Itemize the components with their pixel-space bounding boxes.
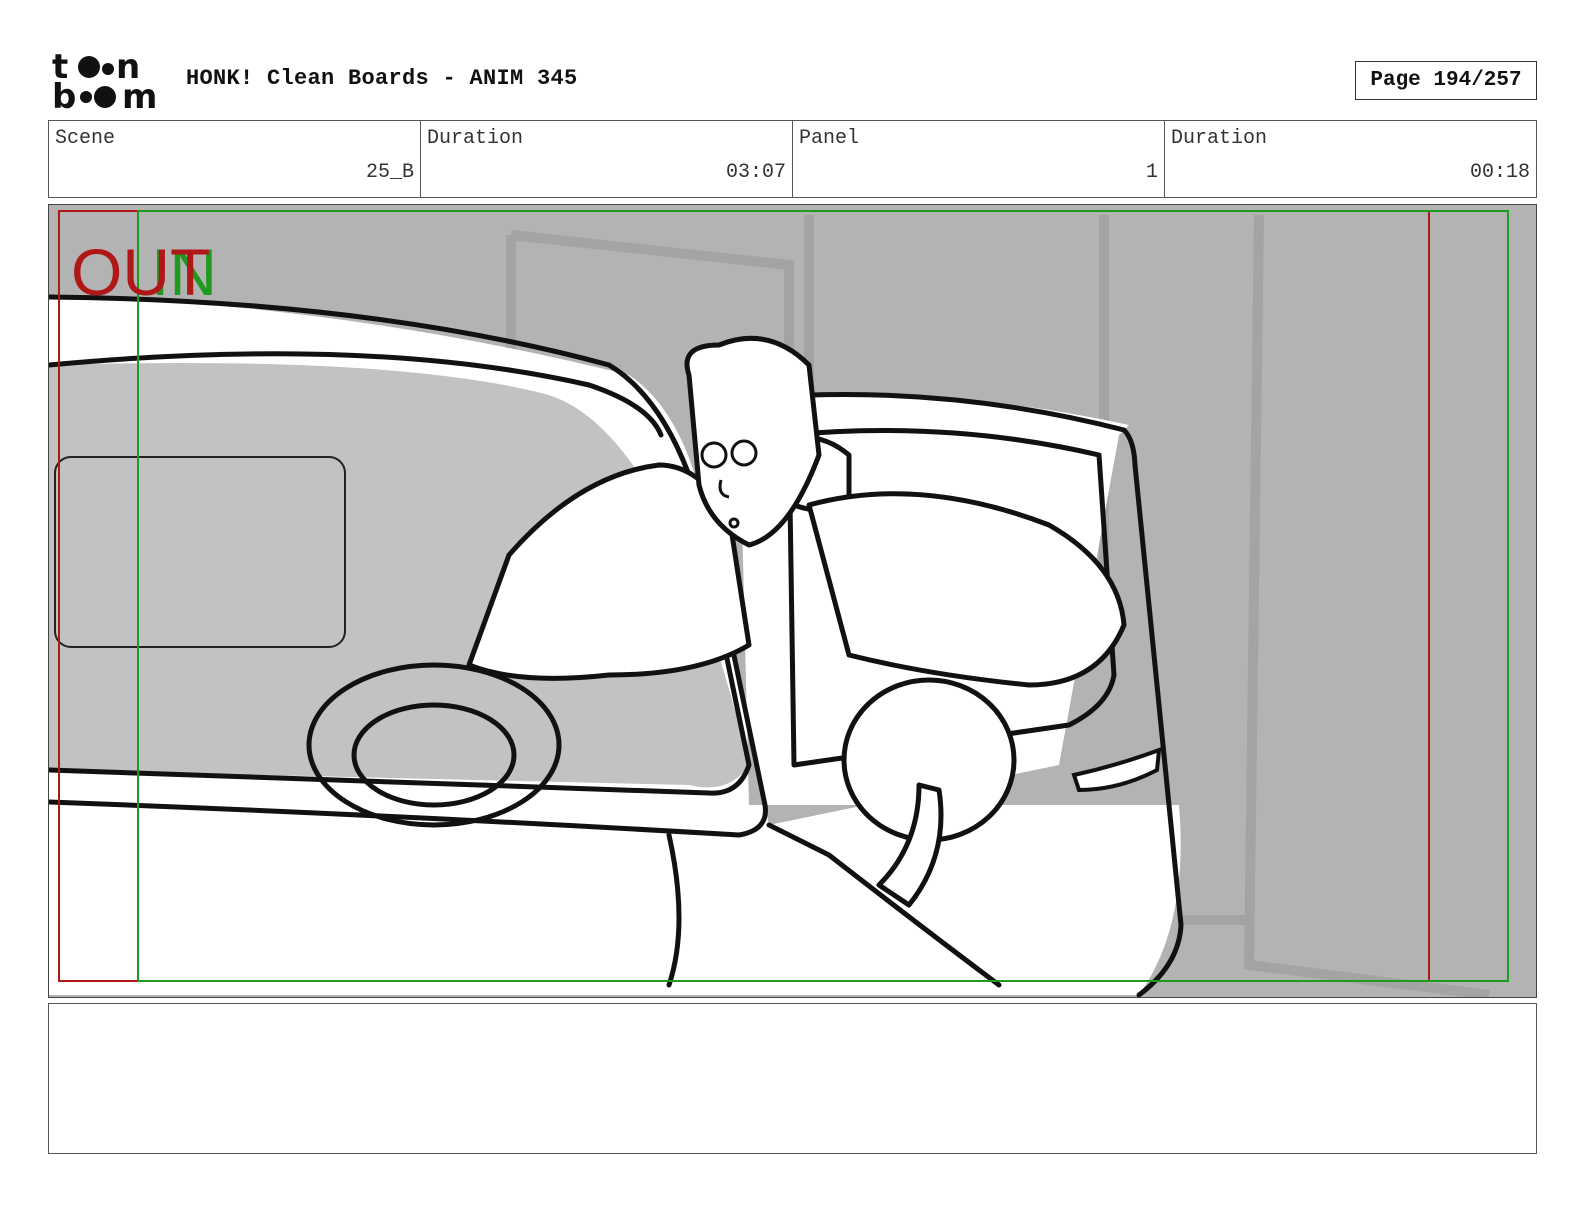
scene-duration-value: 03:07 [725, 161, 786, 184]
panel-value: 1 [1145, 161, 1158, 184]
page-indicator: Page 194/257 [1355, 61, 1537, 100]
panel-label: Panel [799, 127, 860, 150]
panel-notes-box[interactable] [48, 1003, 1537, 1154]
toon-boom-logo: t n b m [52, 47, 164, 117]
panel-cell: Panel 1 [793, 121, 1165, 197]
document-title: HONK! Clean Boards - ANIM 345 [186, 66, 578, 91]
out-marker: OUT [71, 235, 210, 309]
storyboard-panel: IN OUT [48, 204, 1537, 998]
scene-duration-cell: Duration 03:07 [421, 121, 793, 197]
scene-value: 25_B [365, 161, 414, 184]
scene-duration-label: Duration [427, 127, 524, 150]
panel-duration-label: Duration [1171, 127, 1268, 150]
svg-text:m: m [122, 77, 157, 112]
scene-info-table: Scene 25_B Duration 03:07 Panel 1 Durati… [48, 120, 1537, 198]
svg-text:b: b [52, 77, 76, 112]
panel-duration-value: 00:18 [1469, 161, 1530, 184]
panel-duration-cell: Duration 00:18 [1165, 121, 1536, 197]
panel-drawing: IN OUT [49, 205, 1536, 997]
scene-cell: Scene 25_B [49, 121, 421, 197]
scene-label: Scene [55, 127, 116, 150]
